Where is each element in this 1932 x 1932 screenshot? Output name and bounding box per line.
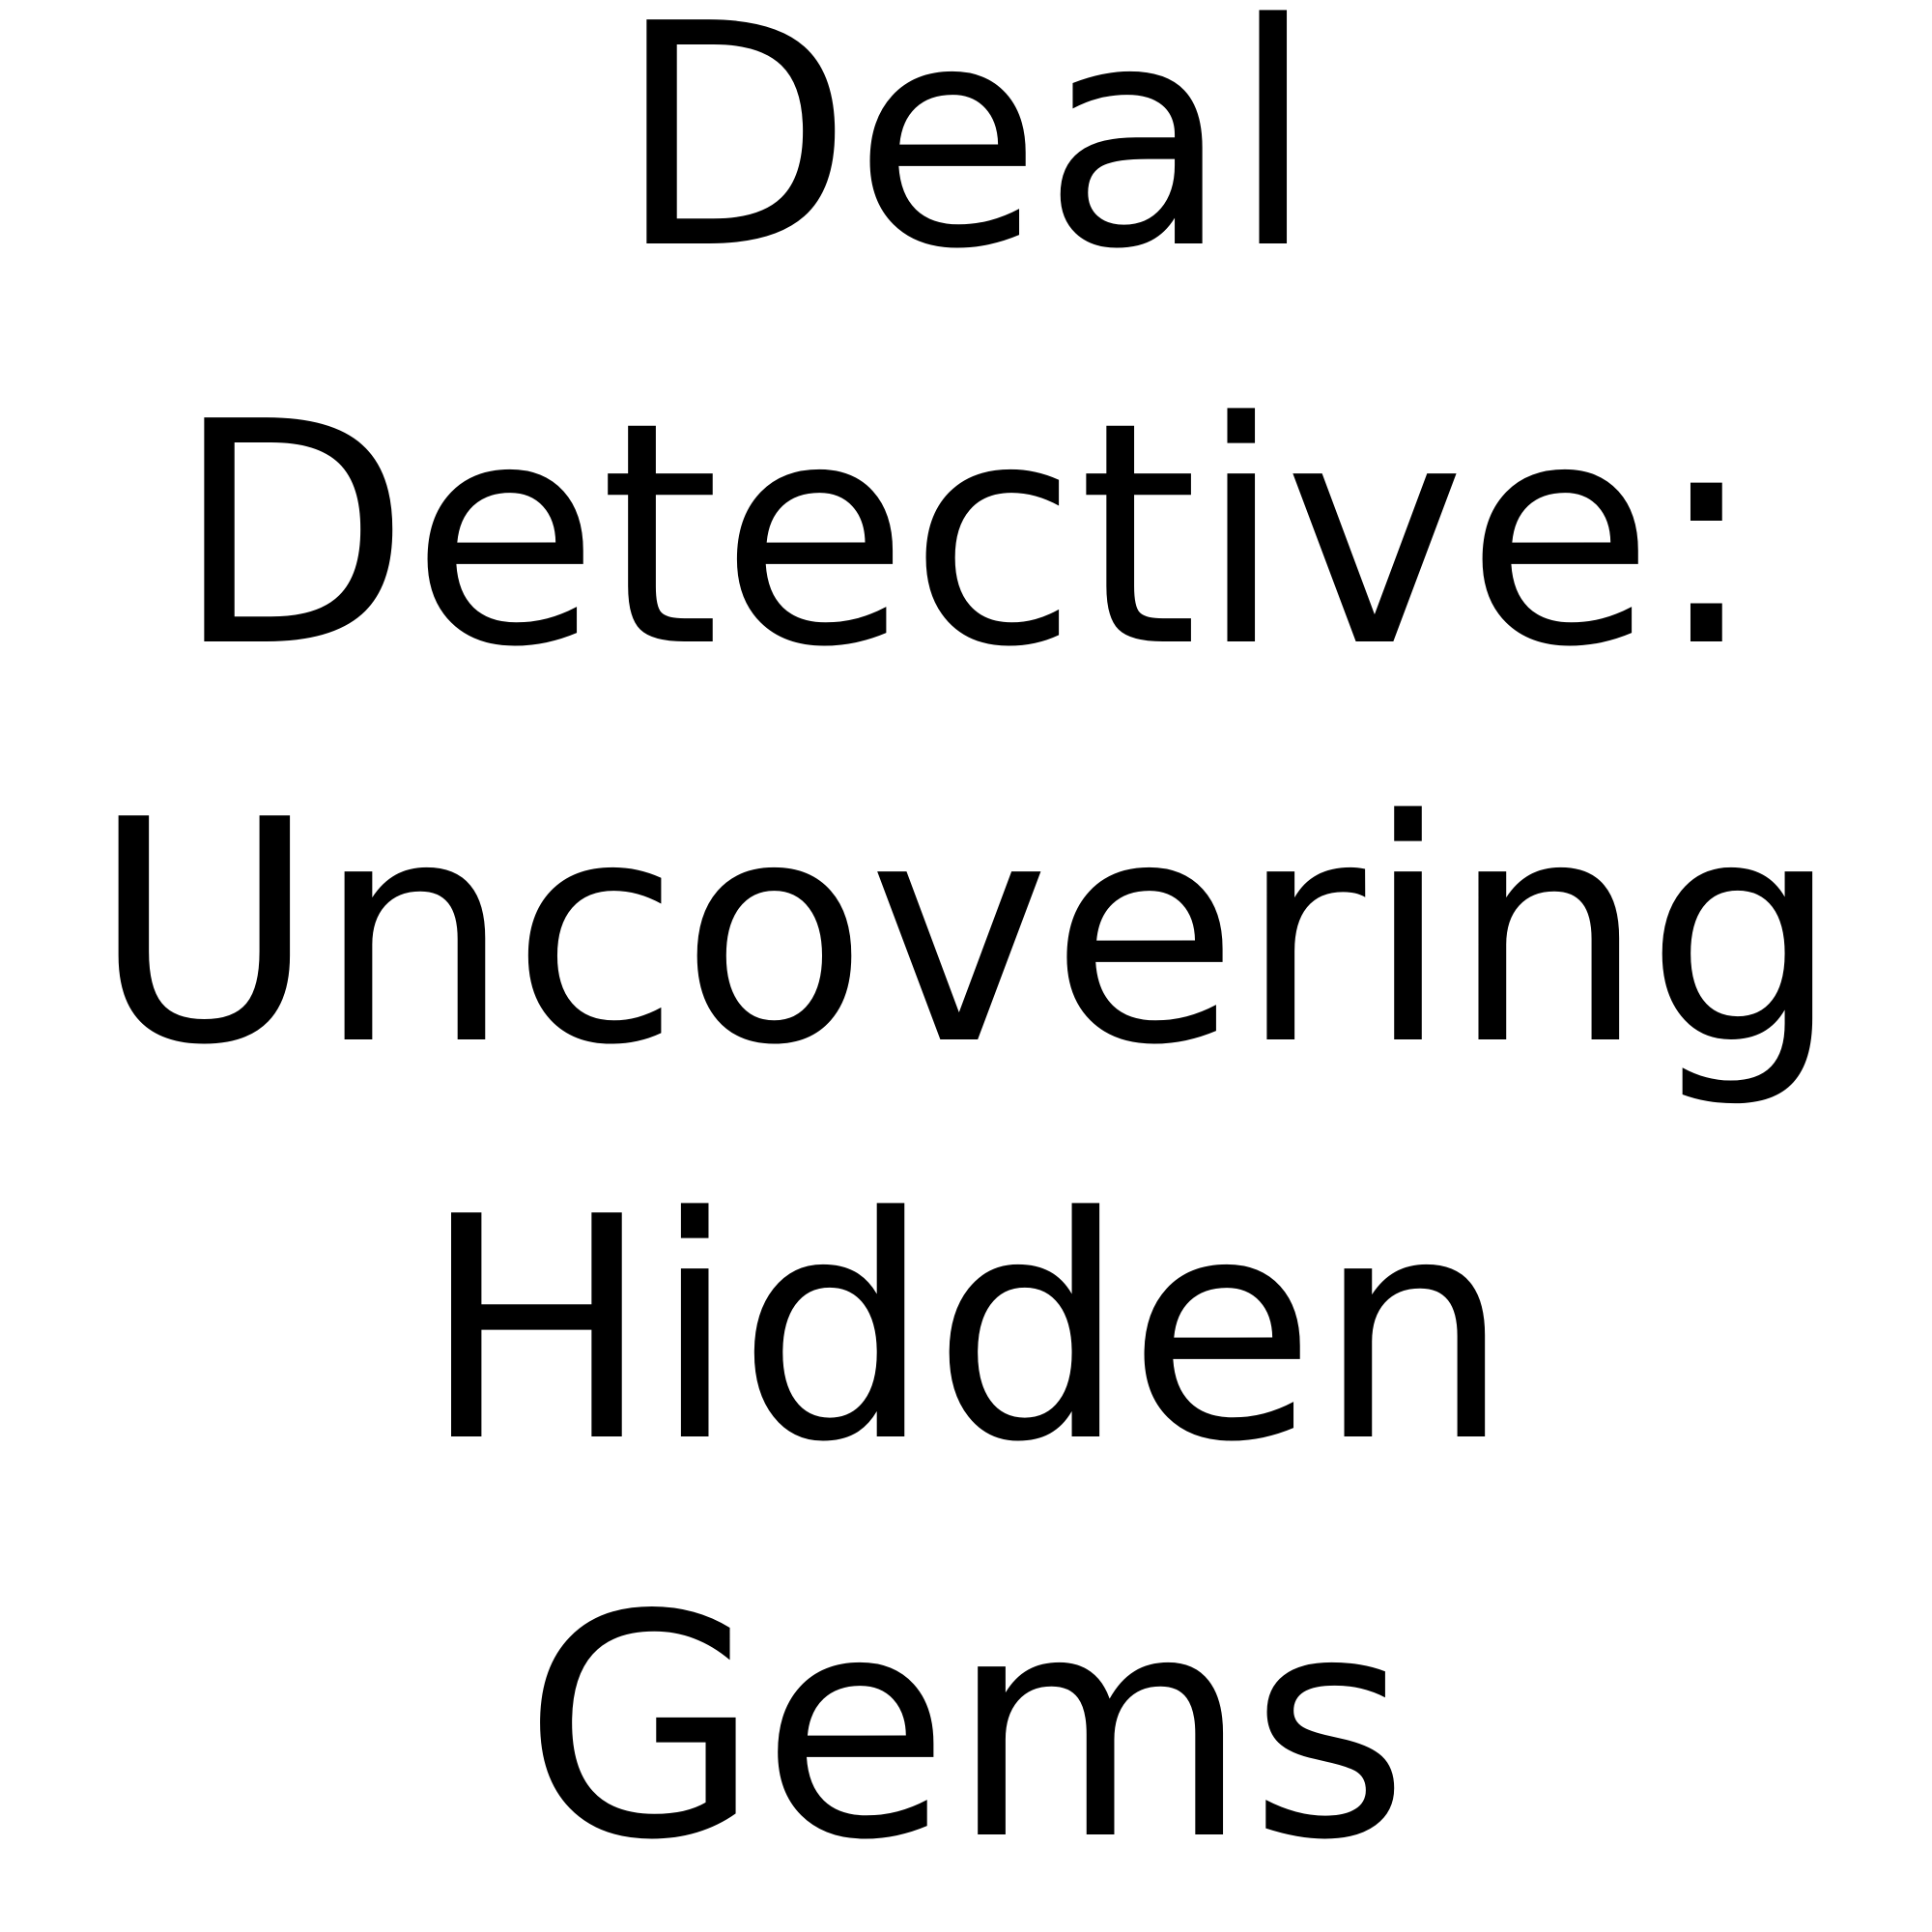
title-canvas: Deal Detective: Uncovering Hidden Gems: [0, 0, 1932, 1932]
title-line-3: Uncovering: [91, 754, 1841, 1112]
title-line-1: Deal: [616, 0, 1316, 316]
title-line-2: Detective:: [174, 356, 1758, 714]
page-title: Deal Detective: Uncovering Hidden Gems: [0, 0, 1932, 1932]
title-line-5: Gems: [523, 1549, 1409, 1907]
title-line-4: Hidden: [420, 1151, 1512, 1509]
